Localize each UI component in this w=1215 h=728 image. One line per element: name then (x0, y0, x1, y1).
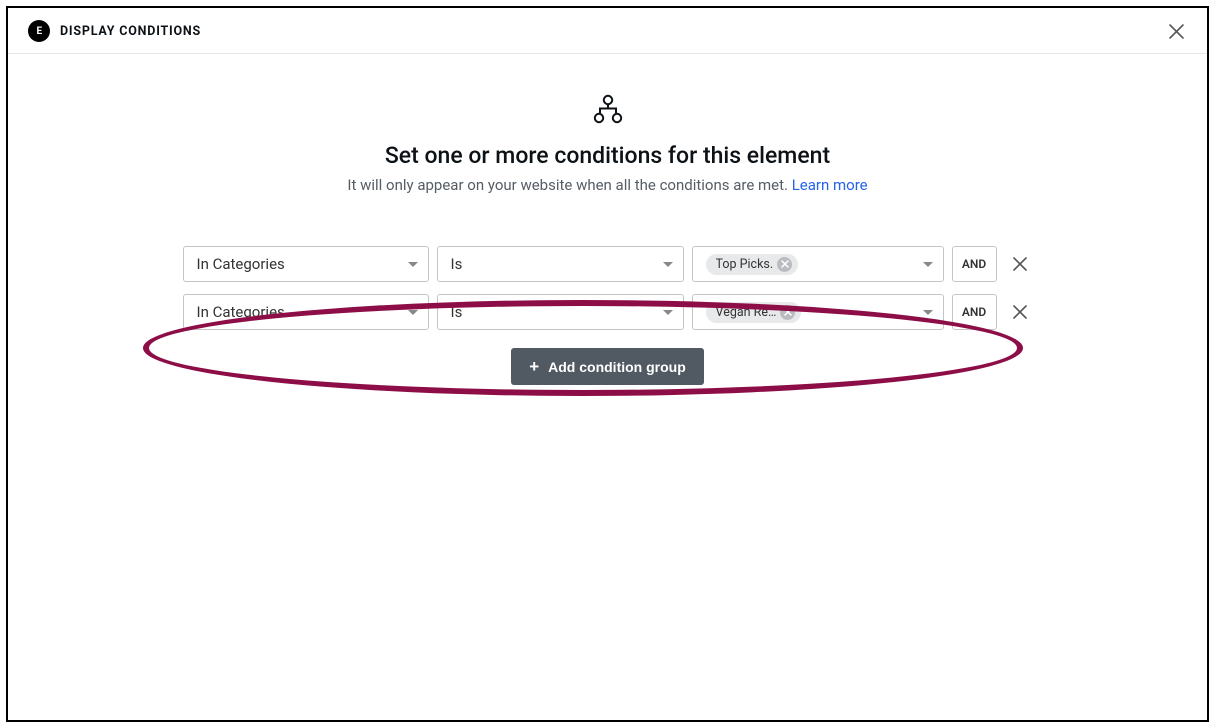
tag-label: Vegan Re… (716, 305, 777, 320)
plus-icon: + (529, 358, 539, 375)
button-label: Add condition group (548, 359, 686, 375)
select-value: Is (451, 255, 463, 273)
condition-field-select[interactable]: In Categories (183, 246, 429, 282)
logic-toggle-button[interactable]: AND (952, 246, 997, 282)
chevron-down-icon (923, 310, 933, 315)
add-group-wrap: + Add condition group (8, 348, 1207, 385)
condition-row: In Categories Is Vegan Re… (183, 294, 1033, 330)
close-icon (1013, 257, 1027, 271)
remove-condition-button[interactable] (1013, 257, 1033, 271)
condition-operator-select[interactable]: Is (437, 294, 684, 330)
conditions-tree-icon (592, 94, 624, 128)
remove-tag-button[interactable] (777, 257, 792, 272)
tag-label: Top Picks. (716, 257, 774, 272)
select-value: In Categories (197, 303, 285, 321)
condition-value-select[interactable]: Top Picks. (692, 246, 944, 282)
close-icon (784, 308, 792, 316)
hero-subtitle: It will only appear on your website when… (347, 176, 867, 194)
modal-body: Set one or more conditions for this elem… (8, 54, 1207, 385)
select-value: Is (451, 303, 463, 321)
chevron-down-icon (663, 310, 673, 315)
add-condition-group-button[interactable]: + Add condition group (511, 348, 704, 385)
learn-more-link[interactable]: Learn more (792, 176, 868, 194)
close-icon (1169, 24, 1184, 39)
remove-tag-button[interactable] (780, 305, 795, 320)
header-left: E DISPLAY CONDITIONS (28, 20, 201, 42)
tag-holder: Top Picks. (706, 254, 923, 275)
modal-header: E DISPLAY CONDITIONS (8, 8, 1207, 54)
conditions-list: In Categories Is Top Picks. (8, 246, 1207, 330)
hero-title: Set one or more conditions for this elem… (385, 142, 830, 169)
chevron-down-icon (663, 262, 673, 267)
modal-title: DISPLAY CONDITIONS (60, 24, 201, 39)
close-modal-button[interactable] (1167, 22, 1185, 40)
logic-toggle-button[interactable]: AND (952, 294, 997, 330)
hero-section: Set one or more conditions for this elem… (8, 94, 1207, 194)
hero-subtitle-text: It will only appear on your website when… (347, 176, 791, 194)
condition-value-select[interactable]: Vegan Re… (692, 294, 944, 330)
close-icon (1013, 305, 1027, 319)
close-icon (781, 260, 789, 268)
select-value: In Categories (197, 255, 285, 273)
display-conditions-modal: E DISPLAY CONDITIONS Set one or more con… (6, 6, 1209, 722)
elementor-logo-icon: E (28, 20, 50, 42)
value-tag: Vegan Re… (706, 302, 802, 323)
condition-operator-select[interactable]: Is (437, 246, 684, 282)
chevron-down-icon (408, 262, 418, 267)
remove-condition-button[interactable] (1013, 305, 1033, 319)
chevron-down-icon (923, 262, 933, 267)
condition-field-select[interactable]: In Categories (183, 294, 429, 330)
chevron-down-icon (408, 310, 418, 315)
tag-holder: Vegan Re… (706, 302, 923, 323)
condition-row: In Categories Is Top Picks. (183, 246, 1033, 282)
value-tag: Top Picks. (706, 254, 799, 275)
